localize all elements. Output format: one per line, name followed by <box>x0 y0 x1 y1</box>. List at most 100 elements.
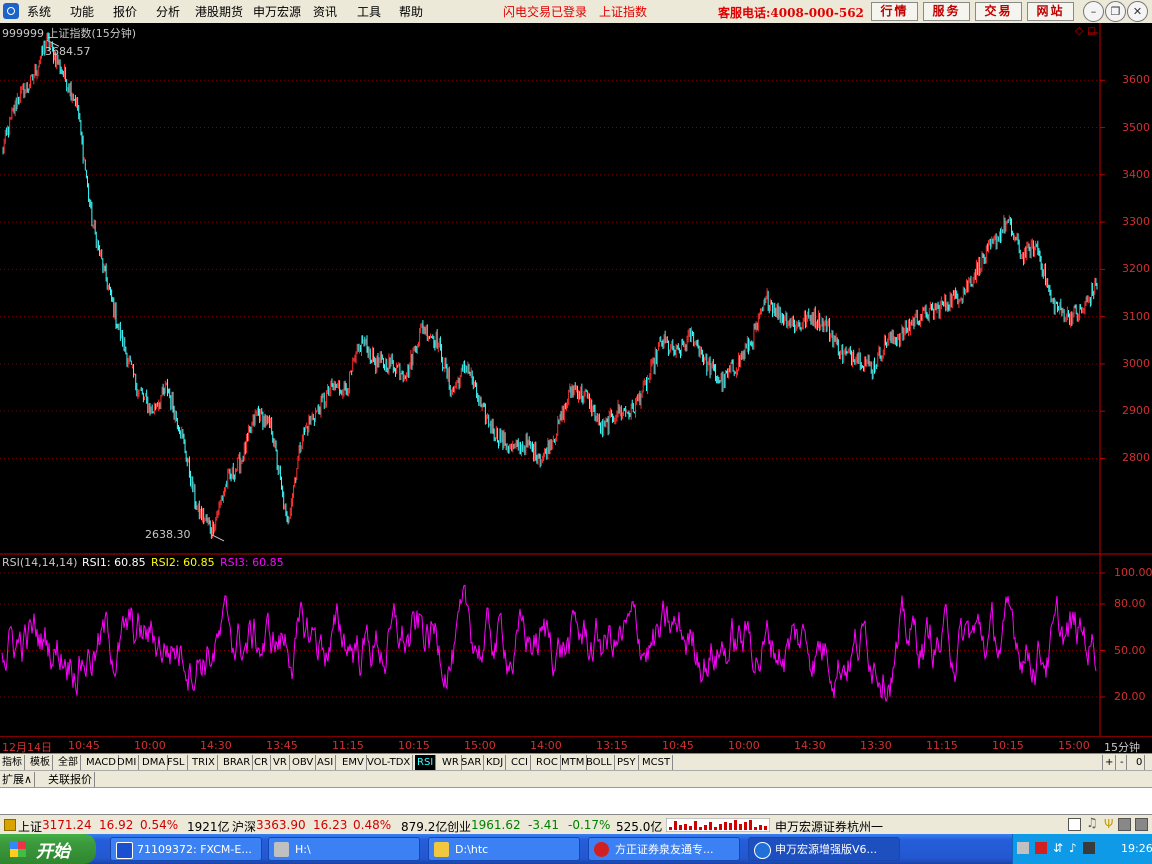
start-button[interactable]: 开始 <box>0 834 96 864</box>
indicator-tab[interactable]: SAR <box>459 755 485 770</box>
breadth-bar <box>739 824 742 830</box>
panel-icon[interactable] <box>1135 818 1148 831</box>
clock[interactable]: 19:26 <box>1121 842 1152 855</box>
quote-bar: 上证 3171.24 16.92 0.54% 1921亿 沪深 3363.90 … <box>0 814 1152 835</box>
indicator-tab[interactable]: PSY <box>615 755 639 770</box>
menu-system[interactable]: 系统 <box>27 3 51 20</box>
time-tick: 10:15 <box>992 739 1024 752</box>
tray-icon[interactable] <box>1035 842 1047 854</box>
menu-function[interactable]: 功能 <box>70 3 94 20</box>
website-button[interactable]: 网站 <box>1027 2 1074 21</box>
taskbar-item[interactable]: H:\ <box>268 837 420 861</box>
hs-name: 沪深 <box>232 820 257 834</box>
time-tick: 10:00 <box>134 739 166 752</box>
restore-icon[interactable]: ❐ <box>1105 1 1126 22</box>
expand-tab[interactable]: 扩展∧ <box>0 772 36 787</box>
checkbox-icon[interactable] <box>1068 818 1081 831</box>
indicator-tab[interactable]: OBV <box>290 755 317 770</box>
rsi-tick-label: 100.00 <box>1114 566 1152 579</box>
indicator-tab[interactable]: MACD <box>84 755 119 770</box>
breadth-bar <box>684 824 687 830</box>
service-button[interactable]: 服务 <box>923 2 970 21</box>
indicator-tab[interactable]: VOL-TDX <box>365 755 414 770</box>
taskbar-item[interactable]: 71109372: FXCM-E... <box>110 837 262 861</box>
zoom-in-button[interactable]: + <box>1102 755 1117 770</box>
indicator-tab[interactable]: BOLL <box>584 755 615 770</box>
price-tick-label: 3600 <box>1122 73 1150 87</box>
breadth-bar <box>719 824 722 830</box>
volume-icon[interactable]: ♪ <box>1069 841 1077 855</box>
hs-change: 16.23 <box>313 818 348 832</box>
rsi1-value: RSI1: 60.85 <box>82 556 146 569</box>
bell-icon[interactable]: ♫ <box>1086 816 1098 831</box>
indicator-tab[interactable]: VR <box>271 755 290 770</box>
price-tick-label: 3200 <box>1122 262 1150 276</box>
app-icon <box>594 842 609 857</box>
indicator-tab[interactable]: DMI <box>115 755 140 770</box>
indicator-tab[interactable]: BRAR <box>221 755 254 770</box>
menu-analysis[interactable]: 分析 <box>156 3 180 20</box>
tray-icon[interactable] <box>1083 842 1095 854</box>
menu-help[interactable]: 帮助 <box>399 3 423 20</box>
breadth-bar <box>704 825 707 830</box>
reset-button[interactable]: 0 <box>1134 755 1146 770</box>
folder-icon <box>434 842 449 857</box>
zoom-out-button[interactable]: - <box>1118 755 1127 770</box>
app-logo-icon <box>3 3 19 19</box>
time-tick: 13:15 <box>596 739 628 752</box>
cy-pct: -0.17% <box>568 818 611 832</box>
menu-quote[interactable]: 报价 <box>113 3 137 20</box>
breadth-bar <box>754 827 757 830</box>
indicator-tab[interactable]: ROC <box>534 755 561 770</box>
indicator-tab[interactable]: TRIX <box>190 755 218 770</box>
trade-button[interactable]: 交易 <box>975 2 1022 21</box>
time-tick: 14:30 <box>794 739 826 752</box>
indicator-tab[interactable]: 全部 <box>56 755 81 770</box>
menu-bar: 系统 功能 报价 分析 港股期货 申万宏源 资讯 工具 帮助 闪电交易已登录 上… <box>0 0 1152 24</box>
indicator-tab[interactable]: FSL <box>165 755 188 770</box>
hs-amount: 879.2亿 <box>401 820 448 834</box>
rsi-title: RSI(14,14,14) <box>2 556 78 569</box>
indicator-tab[interactable]: ASI <box>315 755 337 770</box>
indicator-tab[interactable]: CR <box>252 755 271 770</box>
breadth-bar <box>729 823 732 830</box>
price-chart-svg[interactable] <box>0 23 1152 736</box>
indicator-tab[interactable]: 模板 <box>28 755 53 770</box>
price-tick-label: 3500 <box>1122 120 1150 134</box>
indicator-tab[interactable]: EMV <box>340 755 367 770</box>
rsi2-value: RSI2: 60.85 <box>151 556 215 569</box>
tray-icon[interactable] <box>1017 842 1029 854</box>
indicator-tab[interactable]: DMA <box>140 755 169 770</box>
indicator-tab[interactable]: 指标 <box>0 755 25 770</box>
menu-swhy[interactable]: 申万宏源 <box>253 3 301 20</box>
minimize-icon[interactable]: – <box>1083 1 1104 22</box>
chart-option-icons[interactable]: ◇ ◻ <box>1075 24 1096 37</box>
indicator-tab[interactable]: RSI <box>415 755 437 770</box>
lock-icon[interactable] <box>4 819 16 831</box>
menu-news[interactable]: 资讯 <box>313 3 337 20</box>
time-tick: 10:00 <box>728 739 760 752</box>
network-icon[interactable]: ⇵ <box>1053 841 1063 855</box>
breadth-bar <box>724 822 727 830</box>
indicator-tab[interactable]: MCST <box>640 755 674 770</box>
time-tick: 13:30 <box>860 739 892 752</box>
breadth-bar <box>749 820 752 830</box>
chart-area[interactable]: 999999 上证指数(15分钟) ◇ ◻ 3684.57 2638.30 36… <box>0 23 1152 736</box>
menu-tools[interactable]: 工具 <box>357 3 381 20</box>
low-annotation: 2638.30 <box>145 528 191 541</box>
taskbar-item[interactable]: 方正证券泉友通专... <box>588 837 740 861</box>
taskbar-item-active[interactable]: 申万宏源增强版V6... <box>748 837 900 861</box>
menu-hk-futures[interactable]: 港股期货 <box>195 3 243 20</box>
price-tick-label: 2900 <box>1122 404 1150 418</box>
related-quotes-tab[interactable]: 关联报价 <box>46 772 95 787</box>
market-button[interactable]: 行情 <box>871 2 918 21</box>
login-status: 闪电交易已登录 <box>503 5 588 19</box>
breadth-bar <box>669 827 672 830</box>
market-breadth-icon <box>666 818 770 832</box>
taskbar-item[interactable]: D:\htc <box>428 837 580 861</box>
panel-icon[interactable] <box>1118 818 1131 831</box>
indicator-tab[interactable]: CCI <box>509 755 531 770</box>
windows-logo-icon <box>10 841 26 857</box>
indicator-tab[interactable]: KDJ <box>484 755 507 770</box>
close-icon[interactable]: ✕ <box>1127 1 1148 22</box>
